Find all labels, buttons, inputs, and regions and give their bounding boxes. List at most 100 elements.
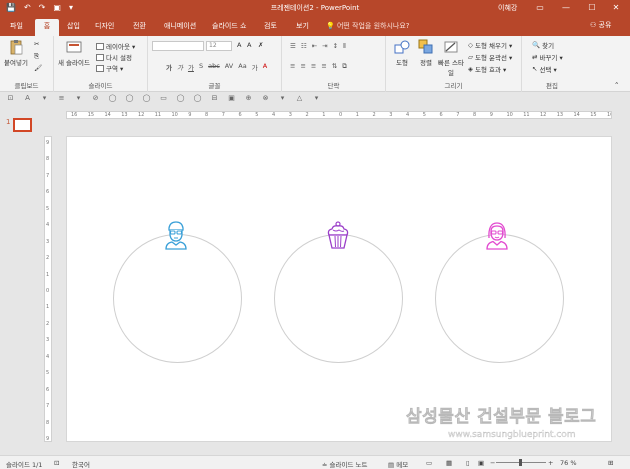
draw-tool-icon[interactable]: ▾ xyxy=(74,94,83,103)
collapse-ribbon-icon[interactable]: ⌃ xyxy=(614,81,619,89)
draw-tool-icon[interactable]: ▭ xyxy=(159,94,168,103)
arrange-button[interactable]: 정렬 xyxy=(414,39,438,67)
ribbon-display-button[interactable]: ▭ xyxy=(530,1,550,15)
align-center-icon[interactable]: ≡ xyxy=(300,62,305,71)
draw-tool-icon[interactable]: ⊘ xyxy=(91,94,100,103)
font-size-combo[interactable]: 12 xyxy=(206,41,232,51)
spacing-button[interactable]: AV xyxy=(225,62,233,72)
status-language[interactable]: 한국어 xyxy=(72,459,90,469)
numbering-icon[interactable]: ☷ xyxy=(301,42,307,51)
draw-tool-icon[interactable]: A xyxy=(23,94,32,103)
case-button[interactable]: Aa xyxy=(238,62,246,72)
justify-icon[interactable]: ≡ xyxy=(321,62,326,71)
notes-button[interactable]: ≐ 슬라이드 노트 xyxy=(322,459,367,469)
draw-tool-icon[interactable]: △ xyxy=(295,94,304,103)
section-button[interactable]: 구역 ▾ xyxy=(96,63,123,73)
find-button[interactable]: 🔍 찾기 xyxy=(532,40,554,50)
slideshow-view-icon[interactable]: ▣ xyxy=(478,459,484,467)
user-name[interactable]: 이혜강 xyxy=(498,3,517,13)
draw-tool-icon[interactable]: ◯ xyxy=(108,94,117,103)
horizontal-ruler[interactable]: 16 15 14 13 12 11 10 9 8 7 6 5 4 3 2 1 0 1 2 3 4 5 6 7 8 9 10 11 12 1… xyxy=(66,111,612,119)
draw-tool-icon[interactable]: ⊡ xyxy=(6,94,15,103)
shapes-button[interactable]: 도형 xyxy=(390,39,414,67)
zoom-level[interactable]: 76 % xyxy=(560,459,577,467)
clear-format-button[interactable]: ✗ xyxy=(258,41,263,49)
layout-button[interactable]: 레이아웃 ▾ xyxy=(96,41,135,51)
draw-tool-icon[interactable]: ⊗ xyxy=(261,94,270,103)
bold-button[interactable]: 가 xyxy=(166,62,172,72)
slide-thumbnail[interactable] xyxy=(13,118,32,132)
draw-tool-icon[interactable]: ◯ xyxy=(125,94,134,103)
select-button[interactable]: ↖ 선택 ▾ xyxy=(532,64,557,74)
font-shrink-button[interactable]: A xyxy=(247,41,251,49)
draw-tool-icon[interactable]: ⊟ xyxy=(210,94,219,103)
increase-indent-icon[interactable]: ⇥ xyxy=(322,42,327,51)
zoom-out-button[interactable]: − xyxy=(490,459,495,467)
draw-tool-icon[interactable]: ▾ xyxy=(312,94,321,103)
draw-tool-icon[interactable]: ◯ xyxy=(142,94,151,103)
text-direction-icon[interactable]: ⇅ xyxy=(332,62,337,71)
shape-outline-button[interactable]: ▱ 도형 윤곽선 ▾ xyxy=(468,52,512,62)
man-avatar-icon[interactable] xyxy=(164,220,188,250)
line-spacing-icon[interactable]: ↕ xyxy=(333,42,338,51)
draw-tool-icon[interactable]: ▾ xyxy=(40,94,49,103)
shape-fill-button[interactable]: ◇ 도형 채우기 ▾ xyxy=(468,40,512,50)
share-button[interactable]: ⚇ 공유 xyxy=(590,20,611,30)
bullets-icon[interactable]: ☰ xyxy=(290,42,296,51)
minimize-button[interactable]: — xyxy=(556,1,576,15)
zoom-slider-handle[interactable] xyxy=(519,459,522,466)
format-painter-icon[interactable]: 🖌 xyxy=(34,64,42,72)
font-grow-button[interactable]: A xyxy=(237,41,241,49)
circle-shape-center[interactable] xyxy=(274,234,403,363)
replace-button[interactable]: ⇄ 바꾸기 ▾ xyxy=(532,52,563,62)
cut-icon[interactable]: ✂ xyxy=(34,40,39,48)
font-color-button[interactable]: A xyxy=(263,62,267,72)
smartart-icon[interactable]: ⧉ xyxy=(342,62,347,71)
spell-check-icon[interactable]: ⊡ xyxy=(54,459,59,467)
draw-tool-icon[interactable]: ▣ xyxy=(227,94,236,103)
font-name-combo[interactable] xyxy=(152,41,204,51)
paste-button[interactable]: 붙여넣기 xyxy=(2,39,30,67)
tab-animations[interactable]: 애니메이션 xyxy=(160,19,200,36)
draw-tool-icon[interactable]: ≡ xyxy=(57,94,66,103)
quick-styles-button[interactable]: 빠른 스타일 xyxy=(438,39,464,77)
cupcake-icon[interactable] xyxy=(325,220,351,250)
draw-tool-icon[interactable]: ▾ xyxy=(278,94,287,103)
columns-icon[interactable]: ⫴ xyxy=(343,42,346,51)
tab-view[interactable]: 보기 xyxy=(292,19,313,36)
copy-icon[interactable]: ⎘ xyxy=(34,52,39,61)
circle-shape-right[interactable] xyxy=(435,234,564,363)
tab-home[interactable]: 홈 xyxy=(35,19,59,36)
new-slide-button[interactable]: 새 슬라이드 xyxy=(57,39,91,67)
normal-view-icon[interactable]: ▭ xyxy=(426,459,432,467)
woman-avatar-icon[interactable] xyxy=(485,220,509,250)
strike-button[interactable]: abc xyxy=(208,62,220,72)
reset-button[interactable]: 다시 설정 xyxy=(96,52,132,62)
zoom-in-button[interactable]: + xyxy=(548,459,553,467)
shape-effects-button[interactable]: ◈ 도형 효과 ▾ xyxy=(468,64,506,74)
tab-insert[interactable]: 삽입 xyxy=(63,19,84,36)
draw-tool-icon[interactable]: ◯ xyxy=(193,94,202,103)
maximize-button[interactable]: ☐ xyxy=(582,1,602,15)
italic-button[interactable]: 가 xyxy=(177,62,183,72)
tab-file[interactable]: 파일 xyxy=(6,19,27,36)
close-button[interactable]: ✕ xyxy=(606,1,626,15)
slide-canvas[interactable] xyxy=(66,136,612,442)
draw-tool-icon[interactable]: ⊕ xyxy=(244,94,253,103)
highlight-button[interactable]: 가 xyxy=(252,62,258,72)
tab-slideshow[interactable]: 슬라이드 쇼 xyxy=(208,19,250,36)
vertical-ruler[interactable]: 9 8 7 6 5 4 3 2 1 0 1 2 3 4 5 6 7 8 9 xyxy=(44,136,52,442)
circle-shape-left[interactable] xyxy=(113,234,242,363)
tab-design[interactable]: 디자인 xyxy=(91,19,118,36)
underline-button[interactable]: 가 xyxy=(188,62,194,72)
draw-tool-icon[interactable]: ◯ xyxy=(176,94,185,103)
fit-slide-icon[interactable]: ⊞ xyxy=(608,459,613,467)
decrease-indent-icon[interactable]: ⇤ xyxy=(312,42,317,51)
tell-me-search[interactable]: 💡 어떤 작업을 원하시나요? xyxy=(322,19,414,36)
comments-button[interactable]: ▤ 메모 xyxy=(388,459,408,469)
tab-transitions[interactable]: 전환 xyxy=(129,19,150,36)
align-right-icon[interactable]: ≡ xyxy=(311,62,316,71)
align-left-icon[interactable]: ≡ xyxy=(290,62,295,71)
shadow-button[interactable]: S xyxy=(199,62,203,72)
tab-review[interactable]: 검토 xyxy=(260,19,281,36)
